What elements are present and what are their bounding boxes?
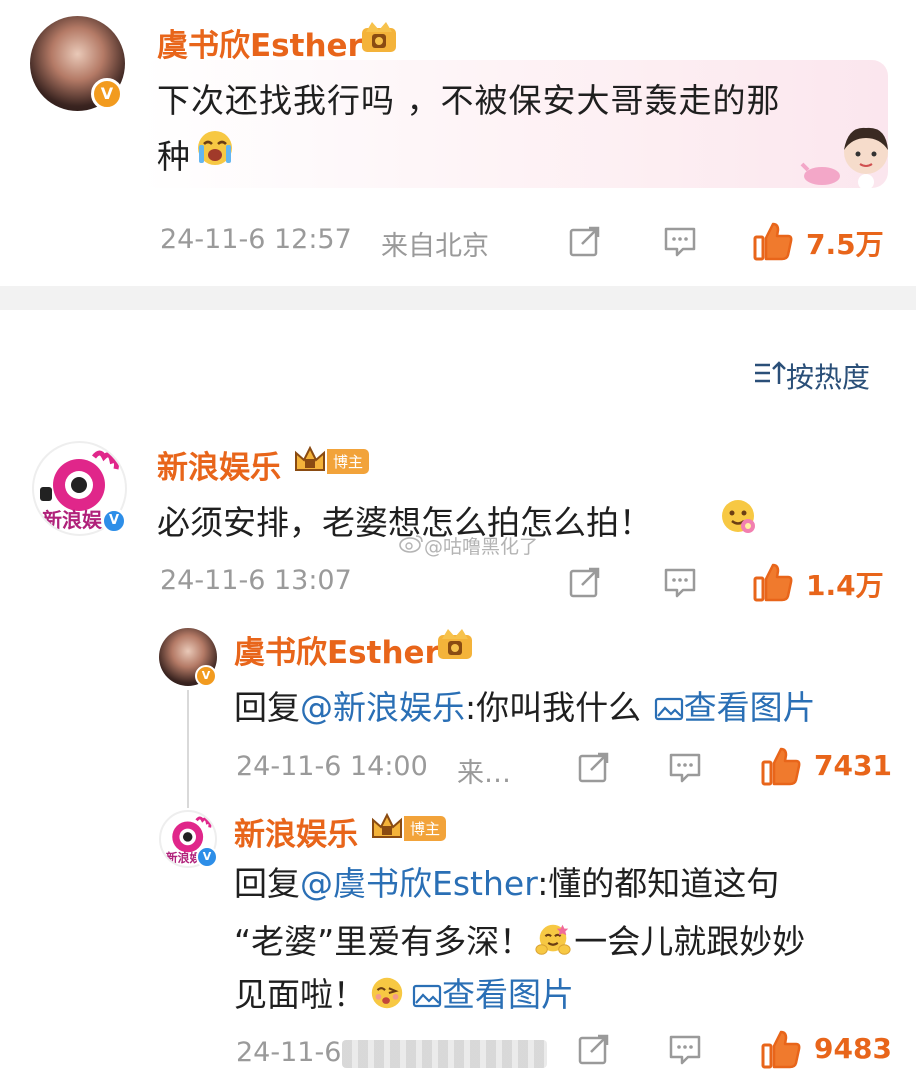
host-badge: 博主 xyxy=(370,811,447,845)
member-crown-icon xyxy=(434,625,476,667)
reply-text: 回复@新浪娱乐:你叫我什么 查看图片 xyxy=(234,681,816,730)
crown-icon xyxy=(293,444,327,478)
weibo-logo-icon xyxy=(398,533,424,558)
like-icon[interactable] xyxy=(752,220,794,262)
like-icon[interactable] xyxy=(752,561,794,603)
comment-icon[interactable] xyxy=(663,225,697,259)
comment-location: 来自北京 xyxy=(381,231,489,262)
comment-text-line2: 种 xyxy=(157,137,190,176)
comment-timestamp: 24-11-6 12:57 xyxy=(160,224,352,255)
redaction-blur xyxy=(342,1040,547,1068)
verified-badge-icon: V xyxy=(196,846,218,868)
verified-badge-icon: V xyxy=(195,665,217,687)
comment-author[interactable]: 新浪娱乐 xyxy=(157,442,281,487)
watermark: @咕噜黑化了 xyxy=(398,532,538,559)
reply-author[interactable]: 新浪娱乐 xyxy=(234,809,358,854)
member-crown-icon xyxy=(358,18,400,60)
thread-line xyxy=(187,690,189,808)
image-icon xyxy=(654,691,684,730)
like-count: 7.5万 xyxy=(806,228,884,261)
verified-badge-icon: V xyxy=(101,508,127,534)
sort-icon xyxy=(752,358,786,395)
reply-location: 来… xyxy=(457,758,511,789)
host-badge-label: 博主 xyxy=(404,815,447,841)
svg-text:新浪娱: 新浪娱 xyxy=(42,508,103,532)
hug-emoji-icon xyxy=(534,921,572,967)
share-icon[interactable] xyxy=(577,1032,611,1066)
mention-link[interactable]: @虞书欣Esther xyxy=(300,864,537,903)
view-image-link[interactable]: 查看图片 xyxy=(412,975,574,1014)
flower-emoji-icon xyxy=(718,496,758,540)
host-badge-label: 博主 xyxy=(327,448,370,474)
sort-toggle[interactable]: 按热度 xyxy=(752,356,870,396)
reply-author[interactable]: 虞书欣Esther xyxy=(234,627,440,672)
kiss-emoji-icon xyxy=(368,974,406,1020)
like-icon[interactable] xyxy=(760,1028,802,1070)
reply-timestamp: 24-11-6 xyxy=(236,1037,342,1068)
mention-link[interactable]: @新浪娱乐 xyxy=(300,688,465,727)
share-icon[interactable] xyxy=(568,224,602,258)
reply-text-line3: 见面啦！ 查看图片 xyxy=(234,968,574,1020)
verified-badge-icon: V xyxy=(91,78,123,110)
like-icon[interactable] xyxy=(760,745,802,787)
crying-emoji-icon xyxy=(195,128,235,172)
comment-icon[interactable] xyxy=(668,751,702,785)
comment-icon[interactable] xyxy=(668,1033,702,1067)
share-icon[interactable] xyxy=(577,750,611,784)
decorative-sticker-icon xyxy=(800,120,892,196)
comment-timestamp: 24-11-6 13:07 xyxy=(160,565,352,596)
crown-icon xyxy=(370,811,404,845)
host-badge: 博主 xyxy=(293,444,370,478)
comment-author[interactable]: 虞书欣Esther xyxy=(157,20,363,65)
image-icon xyxy=(412,978,442,1017)
like-count: 7431 xyxy=(814,749,892,782)
like-count: 9483 xyxy=(814,1032,892,1065)
section-divider xyxy=(0,286,916,310)
reply-text-line2: “老婆”里爱有多深！ 一会儿就跟妙妙 xyxy=(234,915,805,967)
comment-icon[interactable] xyxy=(663,566,697,600)
comment-text: 下次还找我行吗 ，不被保安大哥轰走的那 xyxy=(157,81,781,120)
sort-label: 按热度 xyxy=(786,361,871,394)
reply-timestamp: 24-11-6 14:00 xyxy=(236,751,428,782)
reply-text: 回复@虞书欣Esther:懂的都知道这句 xyxy=(234,864,780,903)
share-icon[interactable] xyxy=(568,565,602,599)
like-count: 1.4万 xyxy=(806,569,884,602)
view-image-link[interactable]: 查看图片 xyxy=(654,688,816,727)
